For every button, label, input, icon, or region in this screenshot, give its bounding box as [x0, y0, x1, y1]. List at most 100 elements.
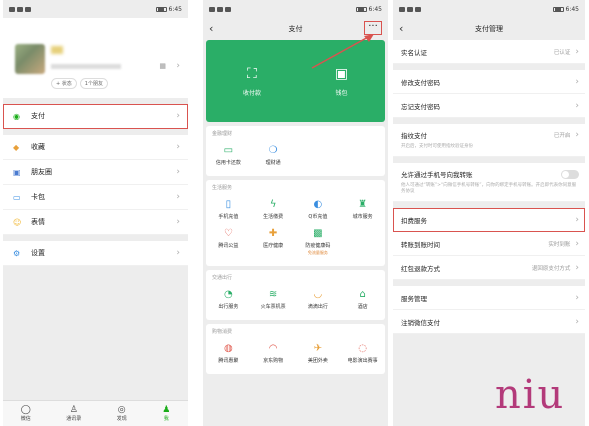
wallet-button[interactable]: ▣ 钱包 [335, 66, 348, 97]
service-charity[interactable]: ♡ 腾讯公益 [206, 224, 251, 260]
train-icon: ≋ [268, 289, 278, 300]
chevron-right-icon: › [575, 100, 579, 111]
chevron-right-icon: › [575, 214, 579, 225]
service-hotel[interactable]: ⌂ 酒店 [340, 285, 385, 314]
service-city[interactable]: ♜ 城市服务 [340, 195, 385, 224]
chevron-right-icon: › [575, 46, 579, 57]
jd-icon: ◠ [268, 343, 278, 354]
chevron-right-icon: › [176, 217, 180, 227]
service-qcoin[interactable]: ◐ Q币充值 [296, 195, 341, 224]
avatar [15, 44, 45, 74]
row-real-name[interactable]: 实名认证 已认证 › [393, 40, 585, 64]
service-credit-card[interactable]: ▭ 信用卡还款 [206, 141, 251, 170]
sticker-icon: ☺ [13, 217, 22, 227]
receive-pay-button[interactable]: ⛶ 收付款 [243, 66, 261, 97]
row-close-wechat-pay[interactable]: 注销微信支付 › [393, 310, 585, 334]
battery-icon [355, 6, 367, 12]
tab-discover[interactable]: ◎ 发现 [117, 405, 127, 422]
row-forgot-password[interactable]: 忘记支付密码 › [393, 94, 585, 118]
row-change-password[interactable]: 修改支付密码 › [393, 70, 585, 94]
menu-item-settings[interactable]: ⚙ 设置 › [3, 241, 188, 266]
chevron-right-icon: › [575, 76, 579, 87]
wechat-id-blurred [51, 64, 121, 69]
section-life: 生活服务 ▯ 手机充值 ϟ 生活缴费 ◐ Q币充值 ♜ 城市服务 ♡ 腾讯公益 ✚ 医疗健康… [206, 180, 385, 266]
annotation-arrow [311, 34, 374, 69]
wealth-icon: ❍ [268, 145, 278, 156]
chevron-right-icon: › [575, 292, 579, 303]
row-transfer-time[interactable]: 转账到账时间 实时到账 › [393, 232, 585, 256]
service-utilities[interactable]: ϟ 生活缴费 [251, 195, 296, 224]
menu-item-favorites[interactable]: ◆ 收藏 › [3, 135, 188, 160]
contacts-icon: ♙ [69, 405, 78, 415]
phone-transfer-toggle[interactable] [561, 169, 579, 179]
service-tencent-deals[interactable]: ◍ 腾讯惠聚 [206, 339, 251, 368]
friends-chip[interactable]: 1个朋友 [79, 78, 108, 89]
row-deduction-service[interactable]: 扣费服务 › [393, 208, 585, 232]
qr-code-icon[interactable]: ▦ [159, 62, 166, 70]
username-blurred [51, 46, 63, 54]
chevron-right-icon: › [176, 248, 180, 258]
watermark-text: niu [495, 372, 566, 418]
chevron-right-icon: › [176, 192, 180, 202]
favorites-icon: ◆ [13, 142, 20, 152]
menu-item-stickers[interactable]: ☺ 表情 › [3, 210, 188, 235]
status-chip[interactable]: + 状态 [51, 78, 77, 89]
service-wealth[interactable]: ❍ 理财通 [251, 141, 296, 170]
menu-item-pay[interactable]: ◉ 支付 › [3, 104, 188, 129]
service-train-flight[interactable]: ≋ 火车票机票 [251, 285, 296, 314]
section-finance: 金融理财 ▭ 信用卡还款 ❍ 理财通 [206, 126, 385, 176]
row-redpacket-refund[interactable]: 红包退款方式 退回原支付方式 › [393, 256, 585, 280]
service-health[interactable]: ✚ 医疗健康 [251, 224, 296, 260]
tab-chats[interactable]: ◯ 微信 [21, 405, 31, 422]
battery-icon [155, 6, 167, 12]
title-bar: ‹ 支付管理 [393, 18, 585, 40]
service-jd[interactable]: ◠ 京东购物 [251, 339, 296, 368]
phone-icon: ▯ [225, 199, 232, 210]
tab-me[interactable]: ♟ 我 [162, 405, 170, 422]
didi-icon: ◡ [313, 289, 323, 300]
row-service-management[interactable]: 服务管理 › [393, 286, 585, 310]
row-fingerprint-pay[interactable]: 指纹支付 已开启 › 开启后，支付时可使用指纹验证身份 [393, 124, 585, 157]
compass-icon: ◔ [224, 289, 233, 300]
bottom-tab-bar: ◯ 微信 ♙ 通讯录 ◎ 发现 ♟ 我 [3, 400, 188, 426]
service-health-code[interactable]: ▩ 防疫健康码 免流量服务 [296, 224, 341, 260]
credit-card-icon: ▭ [223, 145, 234, 156]
moments-icon: ▣ [13, 167, 21, 177]
building-icon: ♜ [358, 199, 368, 210]
deals-icon: ◍ [224, 343, 233, 354]
health-code-icon: ▩ [313, 228, 323, 239]
back-arrow-icon[interactable]: ‹ [399, 22, 403, 35]
menu-item-moments[interactable]: ▣ 朋友圈 › [3, 160, 188, 185]
payment-management-screen: 6:45 ‹ 支付管理 实名认证 已认证 › 修改支付密码 › 忘记支付密码 ›… [393, 0, 585, 426]
service-didi[interactable]: ◡ 滴滴出行 [296, 285, 341, 314]
chevron-right-icon: › [575, 130, 579, 140]
chat-icon: ◯ [20, 405, 31, 415]
hotel-icon: ⌂ [359, 289, 366, 300]
pay-icon: ◉ [13, 111, 20, 121]
scan-code-icon: ⛶ [247, 65, 257, 82]
lightning-icon: ϟ [269, 199, 277, 210]
me-screen: 6:45 ▦ › + 状态 1个朋友 ◉ 支付 › ◆ 收藏 › ▣ 朋友圈 ›… [3, 0, 188, 426]
battery-icon [552, 6, 564, 12]
tab-contacts[interactable]: ♙ 通讯录 [66, 405, 81, 422]
back-arrow-icon[interactable]: ‹ [209, 22, 213, 35]
service-meituan[interactable]: ✈ 美团外卖 [296, 339, 341, 368]
row-phone-transfer: 允许通过手机号向我转账 他人可通过“转账”>“向微信手机号转账”，向你的绑定手机… [393, 163, 585, 202]
service-movies[interactable]: ◌ 电影演出赛事 [340, 339, 385, 368]
chevron-right-icon: › [176, 167, 180, 177]
movie-icon: ◌ [358, 343, 367, 354]
section-shopping: 购物消费 ◍ 腾讯惠聚 ◠ 京东购物 ✈ 美团外卖 ◌ 电影演出赛事 [206, 324, 385, 374]
heart-icon: ♡ [223, 228, 233, 239]
profile-card[interactable]: ▦ › + 状态 1个朋友 [3, 18, 188, 98]
chevron-right-icon: › [575, 316, 579, 327]
service-mobility[interactable]: ◔ 出行服务 [206, 285, 251, 314]
meituan-icon: ✈ [313, 343, 323, 354]
status-time: 6:45 [368, 5, 382, 13]
person-icon: ♟ [162, 405, 171, 415]
chevron-right-icon: › [176, 111, 180, 121]
service-mobile-topup[interactable]: ▯ 手机充值 [206, 195, 251, 224]
status-time: 6:45 [565, 5, 579, 13]
menu-item-cards[interactable]: ▭ 卡包 › [3, 185, 188, 210]
cards-icon: ▭ [13, 192, 21, 202]
medical-icon: ✚ [268, 228, 278, 239]
